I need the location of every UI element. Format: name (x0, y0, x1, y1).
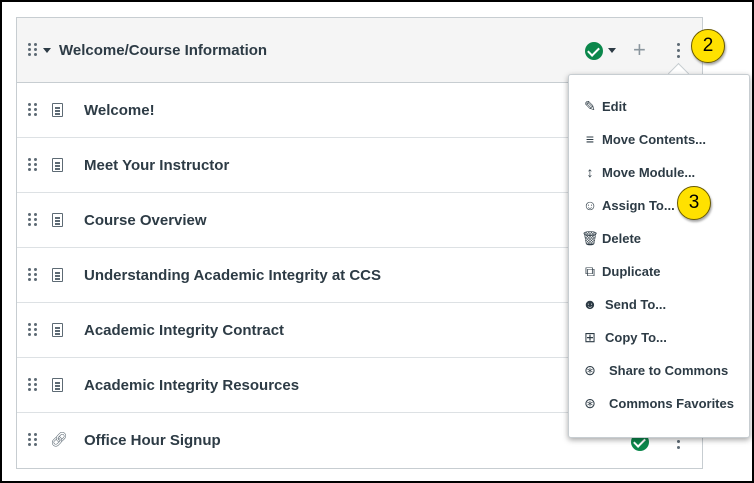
menu-item-label: Commons Favorites (609, 396, 734, 411)
menu-item-commons-favorites[interactable]: ⊛ Commons Favorites (569, 387, 749, 420)
menu-item-move-module[interactable]: ↕ Move Module... (569, 156, 749, 189)
collapse-caret-icon[interactable] (43, 48, 51, 53)
commons-icon: ⊛ (584, 395, 596, 411)
duplicate-icon: ⧉ (585, 263, 595, 279)
menu-item-label: Move Contents... (602, 132, 707, 147)
menu-item-duplicate[interactable]: ⧉ Duplicate (569, 255, 749, 288)
copy-icon: ⊞ (584, 329, 596, 345)
page-icon (52, 323, 63, 337)
published-check-icon[interactable] (585, 42, 603, 60)
menu-item-label: Move Module... (602, 165, 696, 180)
callout-badge-2: 2 (691, 29, 725, 63)
menu-item-send-to[interactable]: ☻ Send To... (569, 288, 749, 321)
link-icon: 🔗︎ (50, 431, 68, 447)
commons-icon: ⊛ (584, 362, 596, 378)
drag-handle-icon[interactable] (28, 268, 37, 281)
menu-item-label: Copy To... (605, 330, 667, 345)
assign-icon: ☺ (582, 197, 598, 213)
page-icon (52, 103, 63, 117)
publish-dropdown-icon[interactable] (608, 48, 616, 53)
page-icon (52, 378, 63, 392)
menu-item-copy-to[interactable]: ⊞ Copy To... (569, 321, 749, 354)
menu-item-delete[interactable]: 🗑︎ Delete (569, 222, 749, 255)
trash-icon: 🗑︎ (581, 230, 599, 246)
menu-item-label: Edit (602, 99, 627, 114)
menu-item-assign-to[interactable]: ☺ Assign To... (569, 189, 749, 222)
drag-handle-icon[interactable] (28, 103, 37, 116)
item-title-link[interactable]: Office Hour Signup (84, 432, 221, 449)
drag-handle-icon[interactable] (28, 433, 37, 446)
module-options-icon[interactable] (677, 43, 680, 58)
page-icon (52, 213, 63, 227)
pencil-icon: ✎ (584, 98, 596, 114)
page-icon (52, 158, 63, 172)
move-module-icon: ↕ (586, 164, 594, 180)
module-title: Welcome/Course Information (59, 42, 268, 59)
drag-handle-icon[interactable] (28, 43, 37, 56)
module-options-menu: ✎ Edit ≡ Move Contents... ↕ Move Module.… (568, 74, 750, 438)
menu-item-label: Share to Commons (609, 363, 729, 378)
menu-item-share-to-commons[interactable]: ⊛ Share to Commons (569, 354, 749, 387)
item-title-link[interactable]: Welcome! (84, 102, 155, 119)
callout-badge-3: 3 (677, 186, 711, 220)
move-contents-icon: ≡ (585, 131, 595, 147)
add-item-icon[interactable]: + (633, 39, 646, 61)
drag-handle-icon[interactable] (28, 213, 37, 226)
menu-item-label: Duplicate (602, 264, 661, 279)
item-title-link[interactable]: Academic Integrity Contract (84, 322, 284, 339)
drag-handle-icon[interactable] (28, 323, 37, 336)
menu-item-label: Send To... (605, 297, 667, 312)
menu-item-label: Assign To... (602, 198, 675, 213)
page-icon (52, 268, 63, 282)
drag-handle-icon[interactable] (28, 378, 37, 391)
item-title-link[interactable]: Academic Integrity Resources (84, 377, 299, 394)
drag-handle-icon[interactable] (28, 158, 37, 171)
send-icon: ☻ (582, 296, 598, 312)
menu-item-label: Delete (602, 231, 642, 246)
menu-item-edit[interactable]: ✎ Edit (569, 90, 749, 123)
item-title-link[interactable]: Understanding Academic Integrity at CCS (84, 267, 381, 284)
menu-item-move-contents[interactable]: ≡ Move Contents... (569, 123, 749, 156)
item-title-link[interactable]: Meet Your Instructor (84, 157, 229, 174)
item-title-link[interactable]: Course Overview (84, 212, 207, 229)
